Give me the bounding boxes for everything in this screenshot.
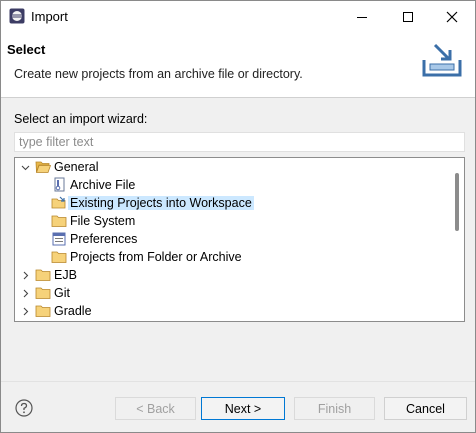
- folder-icon: [35, 285, 51, 301]
- tree-item-label: Existing Projects into Workspace: [68, 196, 254, 210]
- folder-icon: [51, 249, 67, 265]
- tree-item-preferences[interactable]: Preferences: [35, 230, 137, 248]
- folder-icon: [35, 303, 51, 319]
- tree-item-projects-from-folder[interactable]: Projects from Folder or Archive: [35, 248, 242, 266]
- existing-projects-icon: [51, 195, 67, 211]
- tree-item-label: General: [54, 160, 99, 174]
- folder-icon: [35, 267, 51, 283]
- tree-item-git[interactable]: Git: [19, 284, 70, 302]
- tree-item-label: Git: [54, 286, 70, 300]
- tree-scrollbar[interactable]: [450, 158, 464, 321]
- chevron-down-icon[interactable]: [19, 158, 31, 176]
- tree-item-ejb[interactable]: EJB: [19, 266, 77, 284]
- preferences-icon: [51, 231, 67, 247]
- chevron-right-icon[interactable]: [19, 284, 31, 302]
- window-title: Import: [31, 9, 68, 24]
- cancel-button[interactable]: Cancel: [384, 397, 467, 420]
- tree-item-label: Projects from Folder or Archive: [70, 250, 242, 264]
- finish-button[interactable]: Finish: [294, 397, 375, 420]
- tree-item-general[interactable]: General: [19, 158, 98, 176]
- page-description: Create new projects from an archive file…: [14, 67, 303, 81]
- chevron-right-icon[interactable]: [19, 266, 31, 284]
- back-button[interactable]: < Back: [115, 397, 196, 420]
- wizard-content: Select an import wizard: General Archive: [1, 99, 475, 381]
- wizard-select-label: Select an import wizard:: [14, 112, 148, 126]
- page-title: Select: [7, 42, 46, 57]
- chevron-right-icon[interactable]: [19, 302, 31, 320]
- tree-item-label: Gradle: [54, 304, 92, 318]
- next-button[interactable]: Next >: [201, 397, 285, 420]
- tree-item-label: Preferences: [70, 232, 138, 246]
- tree-item-file-system[interactable]: File System: [35, 212, 135, 230]
- help-icon[interactable]: [15, 399, 33, 417]
- tree-item-existing-projects[interactable]: Existing Projects into Workspace: [35, 194, 254, 212]
- tree-item-label: EJB: [54, 268, 77, 282]
- dialog-footer: < Back Next > Finish Cancel: [1, 381, 475, 432]
- tree-item-label: File System: [70, 214, 136, 228]
- tree-item-archive-file[interactable]: Archive File: [35, 176, 135, 194]
- import-wizard-icon: [421, 42, 463, 78]
- minimize-button[interactable]: [339, 1, 385, 32]
- folder-icon: [51, 213, 67, 229]
- folder-open-icon: [35, 159, 51, 175]
- filter-input[interactable]: [14, 132, 465, 152]
- close-button[interactable]: [429, 1, 475, 32]
- tree-item-label: Archive File: [70, 178, 136, 192]
- archive-file-icon: [51, 177, 67, 193]
- maximize-button[interactable]: [385, 1, 431, 32]
- wizard-banner: Select Create new projects from an archi…: [1, 32, 475, 98]
- scrollbar-thumb[interactable]: [455, 173, 459, 231]
- wizard-tree: General Archive File Existing Projects i…: [14, 157, 465, 322]
- tree-item-gradle[interactable]: Gradle: [19, 302, 92, 320]
- title-bar: Import: [1, 1, 475, 32]
- import-dialog: Import Select Create new projects from a…: [0, 0, 476, 433]
- eclipse-app-icon: [9, 8, 25, 24]
